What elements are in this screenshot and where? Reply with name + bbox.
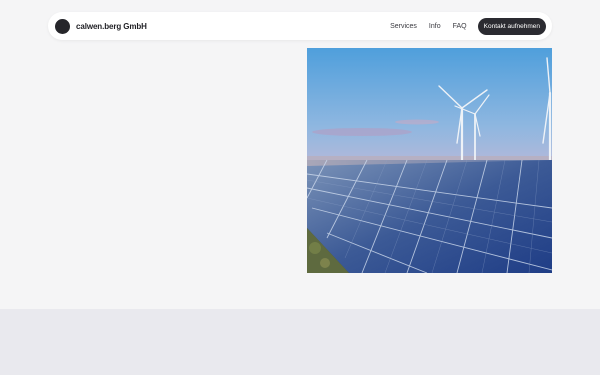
top-navbar: calwen.berg GmbH Services Info FAQ Konta… xyxy=(48,12,552,40)
hero-image-wind-solar xyxy=(307,48,552,273)
nav-link-services[interactable]: Services xyxy=(390,23,417,30)
nav-links: Services Info FAQ Kontakt aufnehmen xyxy=(390,17,546,35)
contact-button[interactable]: Kontakt aufnehmen xyxy=(477,17,546,35)
footer-band xyxy=(0,309,600,375)
brand-name[interactable]: calwen.berg GmbH xyxy=(76,22,147,31)
nav-link-info[interactable]: Info xyxy=(429,23,441,30)
nav-link-faq[interactable]: FAQ xyxy=(453,23,467,30)
logo-icon[interactable] xyxy=(55,18,70,34)
